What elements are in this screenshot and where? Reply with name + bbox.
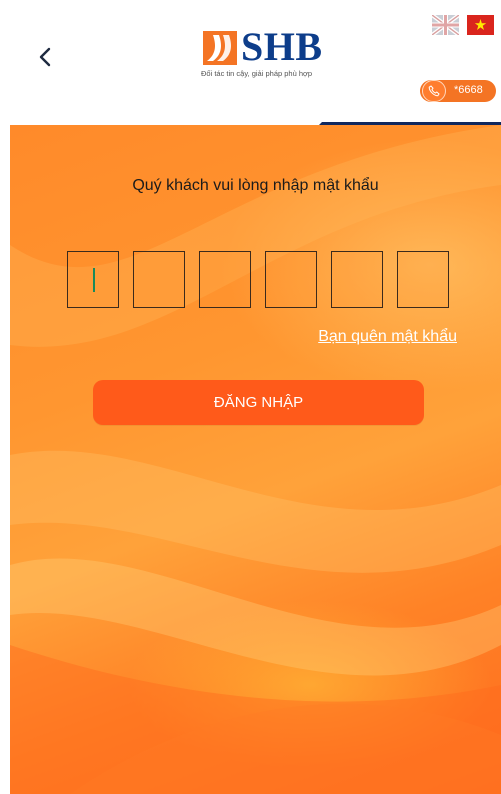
pin-box-6[interactable] (397, 251, 449, 308)
uk-flag-icon[interactable] (432, 15, 459, 35)
phone-icon-wrap (422, 80, 446, 102)
pin-box-1[interactable] (67, 251, 119, 308)
login-button[interactable]: ĐĂNG NHẬP (93, 380, 424, 425)
hotline-number: *6668 (454, 84, 483, 96)
back-arrow-icon (39, 47, 51, 67)
background-waves (10, 125, 501, 794)
pin-box-3[interactable] (199, 251, 251, 308)
hotline-button[interactable]: *6668 (420, 80, 496, 102)
app-header: SHB Đối tác tin cậy, giải pháp phù hợp *… (0, 0, 501, 122)
back-button[interactable] (30, 40, 60, 74)
vietnam-flag-icon[interactable] (467, 15, 494, 35)
text-cursor (93, 268, 95, 292)
pin-box-4[interactable] (265, 251, 317, 308)
pin-box-5[interactable] (331, 251, 383, 308)
phone-icon (428, 85, 440, 97)
forgot-password-link[interactable]: Bạn quên mật khẩu (318, 328, 457, 346)
logo-text: SHB (241, 24, 323, 69)
shb-logo: SHB Đối tác tin cậy, giải pháp phù hợp (199, 24, 339, 85)
login-panel: Quý khách vui lòng nhập mật khẩu Bạn quê… (10, 125, 501, 794)
password-prompt: Quý khách vui lòng nhập mật khẩu (132, 177, 379, 194)
pin-box-2[interactable] (133, 251, 185, 308)
logo-tagline: Đối tác tin cậy, giải pháp phù hợp (201, 69, 313, 78)
shb-logo-icon (203, 31, 237, 65)
